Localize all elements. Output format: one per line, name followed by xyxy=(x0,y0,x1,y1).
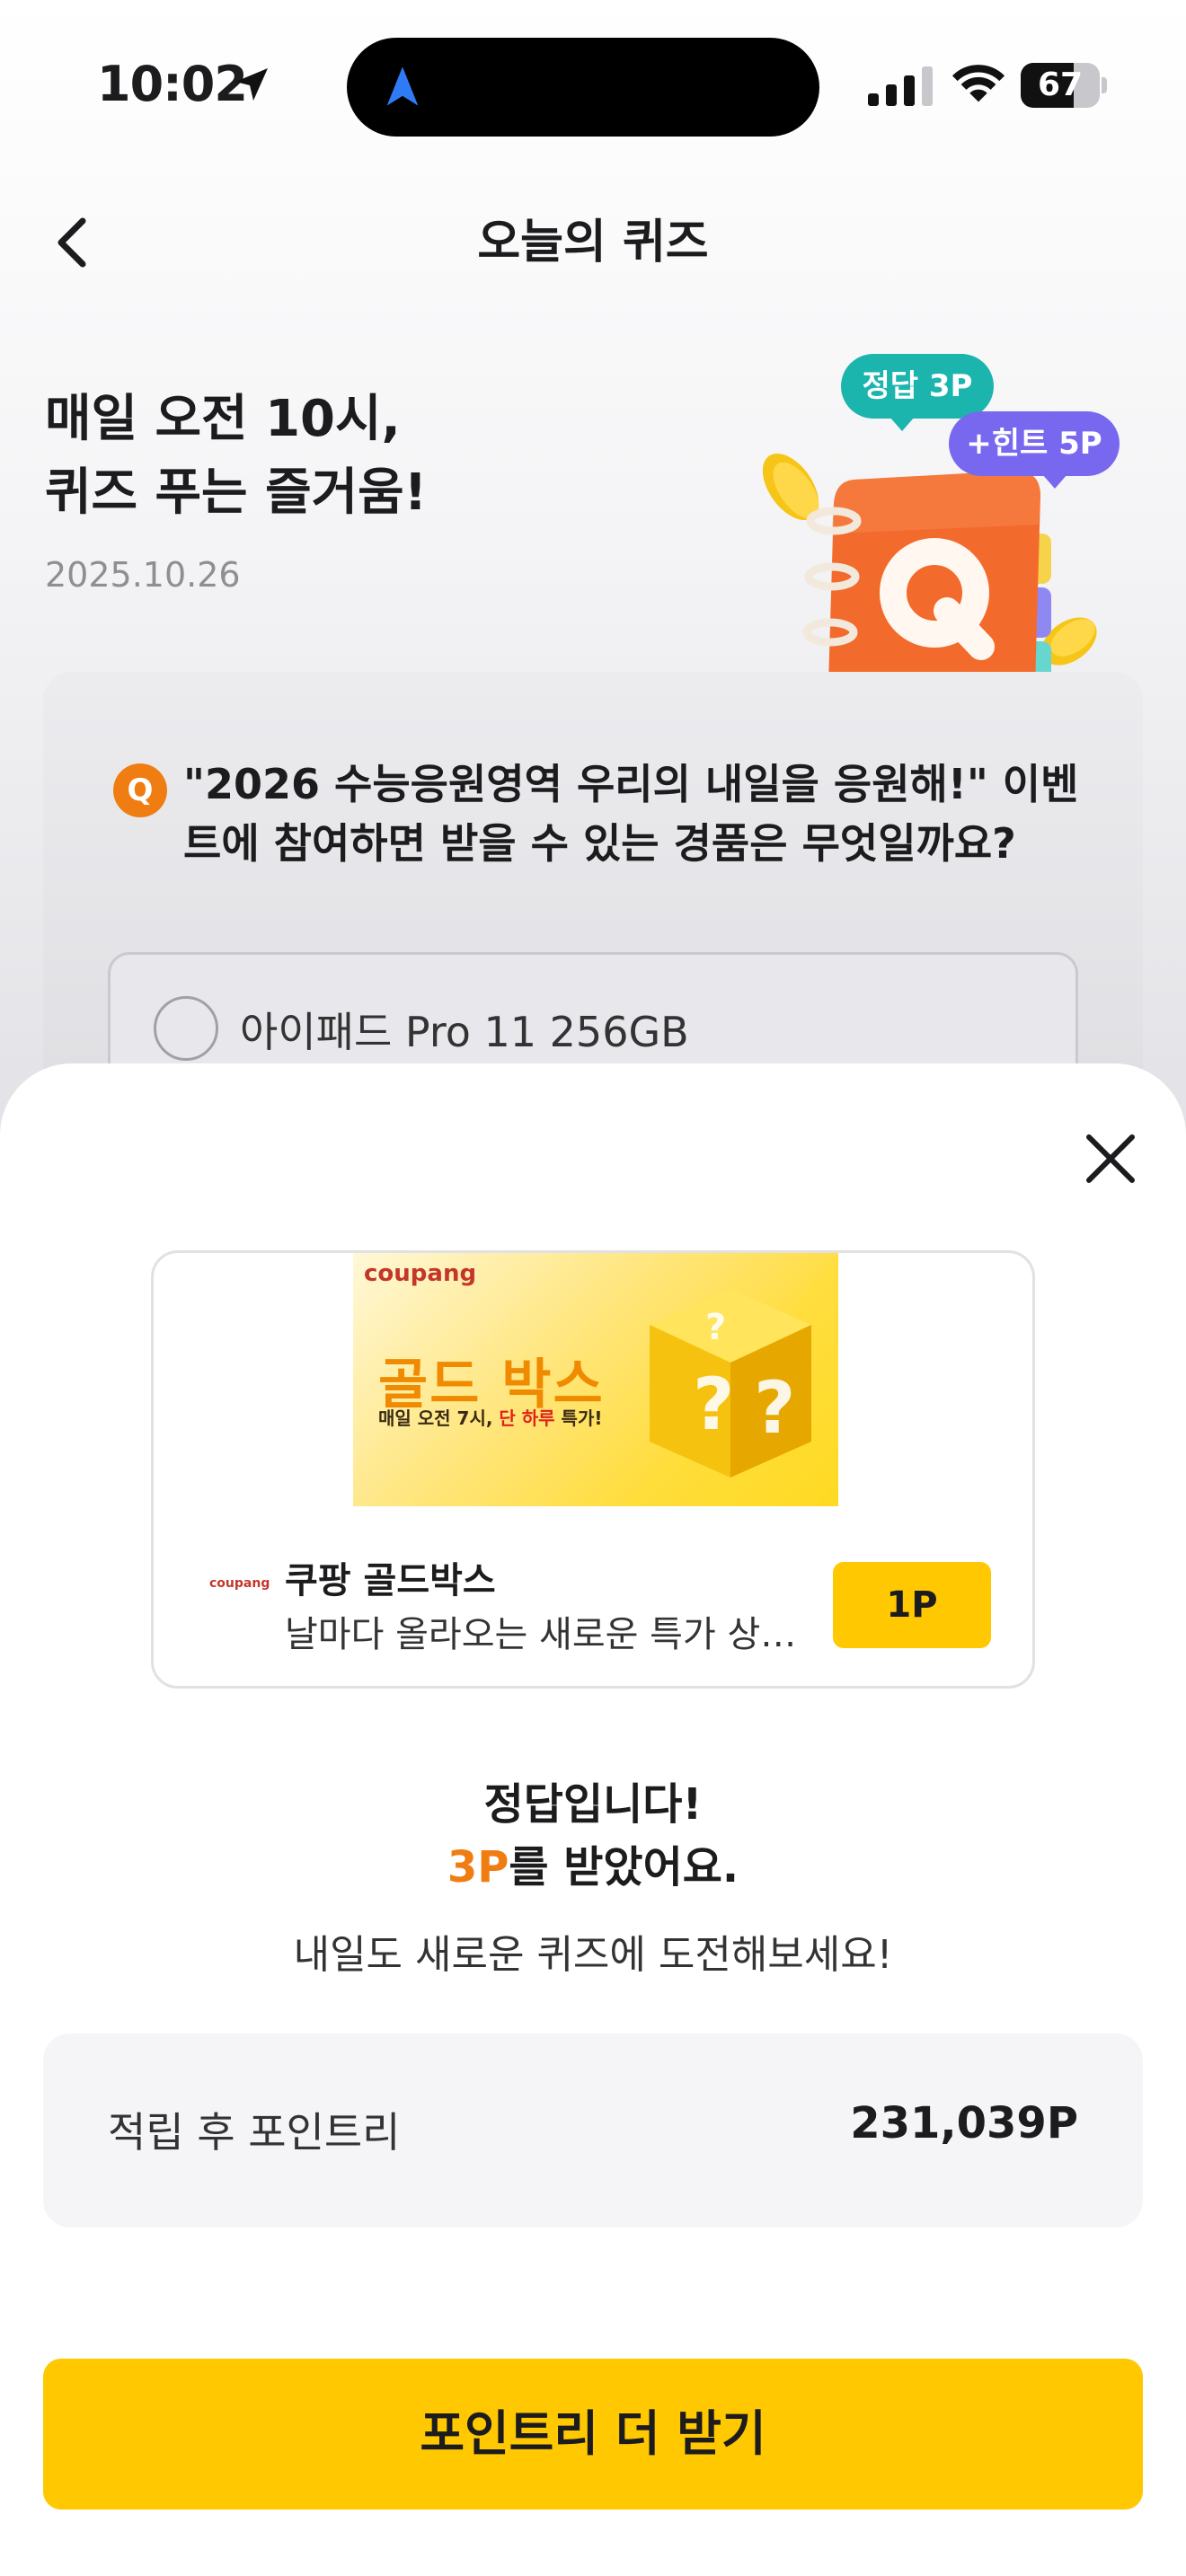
hint-points-badge: +힌트 5P xyxy=(949,411,1120,489)
status-time: 10:02 xyxy=(97,56,248,112)
navigation-arrow-icon xyxy=(386,66,419,106)
result-points-message: 3P를 받았어요. xyxy=(0,1836,1186,1899)
ad-banner-sub-b: 특가! xyxy=(554,1407,603,1429)
svg-text:?: ? xyxy=(705,1307,726,1348)
hero-title: 매일 오전 10시, 퀴즈 푸는 즐거움! xyxy=(45,383,427,530)
svg-text:?: ? xyxy=(693,1363,734,1446)
ad-title: 쿠팡 골드박스 xyxy=(285,1560,496,1601)
ad-description: 날마다 올라오는 새로운 특가 상품을 만나보세요 xyxy=(285,1614,815,1655)
wifi-icon xyxy=(951,65,1005,102)
close-icon[interactable] xyxy=(1075,1123,1146,1195)
question-badge-icon: Q xyxy=(113,763,167,817)
battery-body: 67 xyxy=(1021,63,1100,108)
balance-label: 적립 후 포인트리 xyxy=(108,2108,401,2157)
cellular-signal-icon xyxy=(868,66,933,106)
dynamic-island xyxy=(347,38,819,137)
coupang-logo: coupang xyxy=(209,1576,270,1591)
ad-info-row: coupang 쿠팡 골드박스 날마다 올라오는 새로운 특가 상품을 만나보세… xyxy=(154,1540,1038,1655)
hero-date: 2025.10.26 xyxy=(45,555,241,595)
hero-title-line2: 퀴즈 푸는 즐거움! xyxy=(45,463,428,522)
question-text: "2026 수능응원영역 우리의 내일을 응원해!" 이벤트에 참여하면 받을 … xyxy=(183,760,1079,868)
get-more-points-button[interactable]: 포인트리 더 받기 xyxy=(43,2359,1143,2510)
radio-button[interactable] xyxy=(154,996,218,1061)
result-title: 정답입니다! xyxy=(483,1779,703,1830)
result-hint: 내일도 새로운 퀴즈에 도전해보세요! xyxy=(293,1932,893,1978)
ad-banner-sub-red: 단 하루 xyxy=(499,1407,555,1429)
page: 10:02 67 오늘의 퀴즈 매일 오전 10시, 퀴즈 푸는 즐거움! 20… xyxy=(0,0,1186,2576)
battery-cap xyxy=(1102,77,1107,93)
earned-points-suffix: 를 받았어요. xyxy=(509,1842,739,1892)
hero-title-line1: 매일 오전 10시, xyxy=(45,390,401,448)
balance-box: 적립 후 포인트리 231,039P xyxy=(43,2033,1143,2228)
status-bar: 10:02 67 xyxy=(0,0,1186,171)
ad-banner-image[interactable]: ? ? ? coupang 골드 박스 매일 오전 7시, 단 하루 특가! xyxy=(353,1253,838,1506)
battery-level: 67 xyxy=(1037,66,1084,103)
battery-icon: 67 xyxy=(1021,63,1107,108)
ad-banner-sub-a: 매일 오전 7시, xyxy=(378,1407,500,1429)
nav-header: 오늘의 퀴즈 xyxy=(0,189,1186,296)
ad-banner-brand: coupang xyxy=(364,1260,477,1287)
ad-card[interactable]: ? ? ? coupang 골드 박스 매일 오전 7시, 단 하루 특가! c… xyxy=(151,1250,1035,1689)
result-bottom-sheet: ? ? ? coupang 골드 박스 매일 오전 7시, 단 하루 특가! c… xyxy=(0,1063,1186,2576)
earned-points: 3P xyxy=(447,1842,509,1892)
location-arrow-icon xyxy=(235,68,268,101)
page-title: 오늘의 퀴즈 xyxy=(477,216,709,269)
svg-text:?: ? xyxy=(754,1366,795,1450)
balance-value: 231,039P xyxy=(850,2098,1078,2148)
ad-points-button[interactable]: 1P xyxy=(833,1562,991,1648)
ad-banner-subtitle: 매일 오전 7시, 단 하루 특가! xyxy=(378,1404,602,1430)
correct-points-badge: 정답 3P xyxy=(841,354,994,431)
answer-option-label: 아이패드 Pro 11 256GB xyxy=(240,1008,689,1056)
